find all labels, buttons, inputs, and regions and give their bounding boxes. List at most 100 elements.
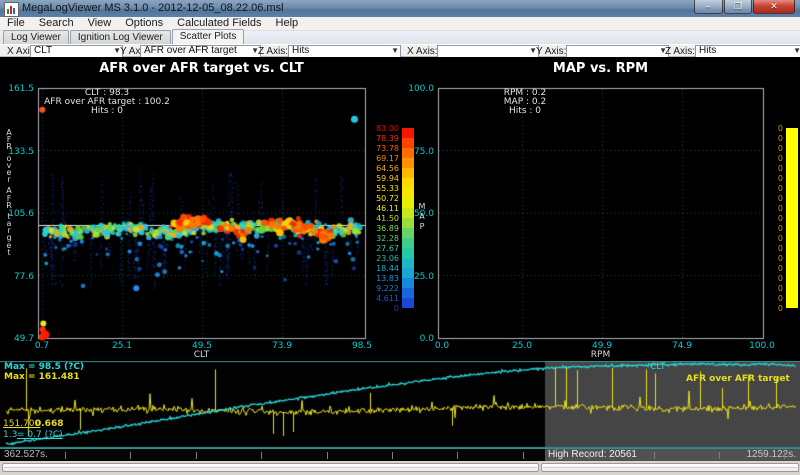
axis-label-5: Z Axis: [665, 46, 695, 57]
left-chart-readout: CLT : 98.3AFR over AFR target : 100.2Hit… [42, 89, 172, 116]
scrollbar-thumb-left[interactable] [2, 463, 539, 472]
menu-item-help[interactable]: Help [269, 17, 306, 30]
colorbar-tick: 50.72 [368, 194, 399, 203]
y-tick: 100.0 [406, 84, 434, 94]
colorbar-segment [402, 288, 414, 298]
colorbar-segment [402, 158, 414, 168]
window-buttons: – ❐ ✕ [693, 0, 795, 14]
colorbar-segment [402, 298, 414, 308]
colorbar-segment [402, 138, 414, 148]
colorbar-tick: 23.06 [368, 254, 399, 263]
status-tick [392, 452, 393, 459]
colorbar-tick: 0 [766, 294, 783, 303]
right-chart-readout: RPM : 0.2MAP : 0.2Hits : 0 [470, 89, 580, 116]
menu-item-options[interactable]: Options [118, 17, 170, 30]
status-bar: 362.527s. High Record: 20561 1259.122s. [0, 448, 800, 461]
menu-item-file[interactable]: File [0, 17, 32, 30]
status-tick [261, 452, 262, 459]
colorbar-tick: 0 [766, 284, 783, 293]
status-tick [130, 452, 131, 459]
y-axis-label-char: R [3, 202, 15, 209]
timeline-strip: Max = 98.5 (?C) Max = 161.481 151.700 0.… [0, 361, 800, 448]
colorbar-tick: 59.94 [368, 174, 399, 183]
colorbar-tick: 0 [766, 164, 783, 173]
title-bar: MegaLogViewer MS 3.1.0 - 2012-12-05_08.2… [0, 0, 800, 17]
colorbar-tick: 0 [766, 234, 783, 243]
colorbar-tick: 0 [766, 214, 783, 223]
readout-line: Hits : 0 [470, 107, 580, 116]
status-tick [719, 452, 720, 459]
timeline-canvas[interactable] [0, 361, 800, 448]
colorbar-tick: 0 [766, 124, 783, 133]
colorbar-tick: 55.33 [368, 184, 399, 193]
charts-area: AFR over AFR target vs. CLT MAP vs. RPM … [0, 57, 800, 361]
colorbar-tick: 36.89 [368, 224, 399, 233]
axis-label-3: X Axis: [407, 46, 438, 57]
colorbar-tick: 0 [368, 304, 399, 313]
readout-line: Hits : 0 [42, 107, 172, 116]
maximize-button[interactable]: ❐ [724, 0, 752, 14]
tab-ignition-log-viewer[interactable]: Ignition Log Viewer [70, 30, 171, 44]
axis-combo-value-2: Hits [292, 45, 309, 56]
colorbar-segment [402, 238, 414, 248]
y-tick: 161.5 [6, 84, 34, 94]
menu-item-view[interactable]: View [81, 17, 119, 30]
colorbar-tick: 46.11 [368, 204, 399, 213]
colorbar-segment [402, 278, 414, 288]
status-tick [327, 452, 328, 459]
colorbar-tick: 4.611 [368, 294, 399, 303]
axis-combo-value-5: Hits [699, 45, 716, 56]
afr-max-label: Max = 161.481 [4, 372, 80, 382]
colorbar-tick: 0 [766, 194, 783, 203]
colorbar-tick: 0 [766, 244, 783, 253]
colorbar-tick: 9.222 [368, 284, 399, 293]
colorbar-tick: 13.83 [368, 274, 399, 283]
status-tick [523, 452, 524, 459]
colorbar-segment [402, 168, 414, 178]
colorbar-tick: 32.28 [368, 234, 399, 243]
colorbar-tick: 0 [766, 174, 783, 183]
colorbar-tick: 0 [766, 134, 783, 143]
status-tick [65, 452, 66, 459]
afr-min-value: 0.668 [35, 419, 63, 429]
colorbar-segment [402, 268, 414, 278]
right-chart-title: MAP vs. RPM [438, 61, 763, 76]
status-tick [196, 452, 197, 459]
status-tick [457, 452, 458, 459]
colorbar-tick: 18.44 [368, 264, 399, 273]
window-title: MegaLogViewer MS 3.1.0 - 2012-12-05_08.2… [22, 2, 284, 14]
colorbar-tick: 0 [766, 144, 783, 153]
menu-bar: FileSearchViewOptionsCalculated FieldsHe… [0, 17, 800, 31]
colorbar-segment [402, 218, 414, 228]
colorbar-tick: 0 [766, 224, 783, 233]
axis-toolbar: X Axis:CLT▼Y Axis:AFR over AFR target▼Z … [0, 44, 800, 57]
scrollbar-thumb-right[interactable] [541, 463, 799, 472]
tab-scatter-plots[interactable]: Scatter Plots [172, 29, 245, 44]
axis-combo-value-0: CLT [34, 45, 52, 56]
colorbar-tick: 0 [766, 154, 783, 163]
clt-min-prefix: 1.3 [3, 430, 17, 440]
high-record-label: High Record: 20561 [548, 449, 637, 461]
chevron-down-icon: ▼ [391, 46, 399, 56]
status-tick [654, 452, 655, 459]
colorbar-tick: 0 [766, 254, 783, 263]
y-axis-label-char: r [3, 176, 15, 183]
colorbar-tick: 83.00 [368, 124, 399, 133]
total-time: 1259.122s. [747, 449, 797, 461]
colorbar-tick: 41.50 [368, 214, 399, 223]
colorbar-tick: 78.39 [368, 134, 399, 143]
colorbar-tick: 27.67 [368, 244, 399, 253]
colorbar-tick: 69.17 [368, 154, 399, 163]
left-x-axis-label: CLT [38, 350, 365, 360]
colorbar-tick: 0 [766, 274, 783, 283]
minimize-button[interactable]: – [694, 0, 723, 14]
menu-item-search[interactable]: Search [32, 17, 81, 30]
clt-min-label: = 0.7 (?C) [17, 430, 63, 440]
colorbar-segment [402, 258, 414, 268]
axis-label-2: Z Axis: [258, 46, 288, 57]
colorbar-bar [786, 128, 798, 308]
chevron-down-icon: ▼ [793, 46, 800, 56]
close-button[interactable]: ✕ [753, 0, 795, 14]
tab-log-viewer[interactable]: Log Viewer [3, 30, 69, 44]
colorbar-segment [402, 178, 414, 188]
